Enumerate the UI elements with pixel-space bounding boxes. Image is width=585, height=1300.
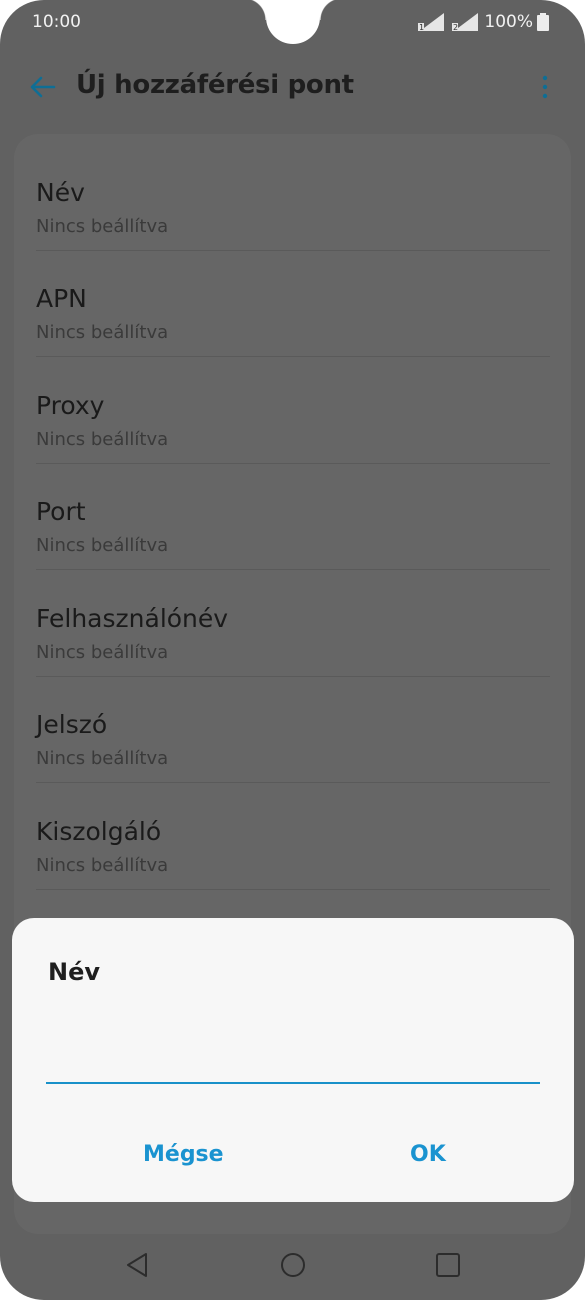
name-input-dialog: Név Mégse OK <box>12 918 574 1202</box>
navigation-bar <box>0 1240 585 1292</box>
status-bar: 10:00 1 2 100% <box>32 8 549 38</box>
svg-text:1: 1 <box>419 23 424 31</box>
item-value: Nincs beállítva <box>36 322 169 343</box>
item-label: Felhasználónév <box>36 604 229 633</box>
list-item-port[interactable]: Port Nincs beállítva <box>36 463 550 570</box>
svg-text:2: 2 <box>453 23 458 31</box>
list-item-apn[interactable]: APN Nincs beállítva <box>36 250 550 357</box>
item-label: Kiszolgáló <box>36 817 162 846</box>
page-title: Új hozzáférési pont <box>76 70 354 100</box>
nav-back-icon[interactable] <box>122 1250 152 1280</box>
app-bar: Új hozzáférési pont <box>0 62 585 114</box>
cancel-button[interactable]: Mégse <box>143 1142 224 1167</box>
list-item-server[interactable]: Kiszolgáló Nincs beállítva <box>36 783 550 890</box>
nav-recents-icon[interactable] <box>433 1250 463 1280</box>
list-item-password[interactable]: Jelszó Nincs beállítva <box>36 676 550 783</box>
item-value: Nincs beállítva <box>36 535 169 556</box>
phone-screen: 10:00 1 2 100% Új hozzáférési pont Név N… <box>0 0 585 1300</box>
item-label: Port <box>36 497 86 526</box>
item-value: Nincs beállítva <box>36 216 169 237</box>
item-label: Jelszó <box>36 710 108 739</box>
item-value: Nincs beállítva <box>36 855 169 876</box>
more-options-icon[interactable] <box>535 70 555 104</box>
item-label: APN <box>36 284 87 313</box>
battery-icon <box>537 13 549 31</box>
item-label: Proxy <box>36 391 105 420</box>
item-label: Név <box>36 178 85 207</box>
back-arrow-icon[interactable] <box>26 70 60 104</box>
list-item-proxy[interactable]: Proxy Nincs beállítva <box>36 357 550 464</box>
item-value: Nincs beállítva <box>36 429 169 450</box>
sim2-signal-icon: 2 <box>452 13 479 31</box>
name-input[interactable] <box>46 1038 540 1084</box>
ok-button[interactable]: OK <box>410 1142 446 1167</box>
item-value: Nincs beállítva <box>36 642 169 663</box>
sim1-signal-icon: 1 <box>418 13 445 31</box>
dialog-title: Név <box>48 958 101 986</box>
status-time: 10:00 <box>32 12 81 32</box>
list-item-nev[interactable]: Név Nincs beállítva <box>36 144 550 251</box>
status-icons: 1 2 100% <box>416 12 549 32</box>
list-item-username[interactable]: Felhasználónév Nincs beállítva <box>36 570 550 677</box>
nav-home-icon[interactable] <box>278 1250 308 1280</box>
item-value: Nincs beállítva <box>36 748 169 769</box>
battery-percent: 100% <box>484 12 533 32</box>
